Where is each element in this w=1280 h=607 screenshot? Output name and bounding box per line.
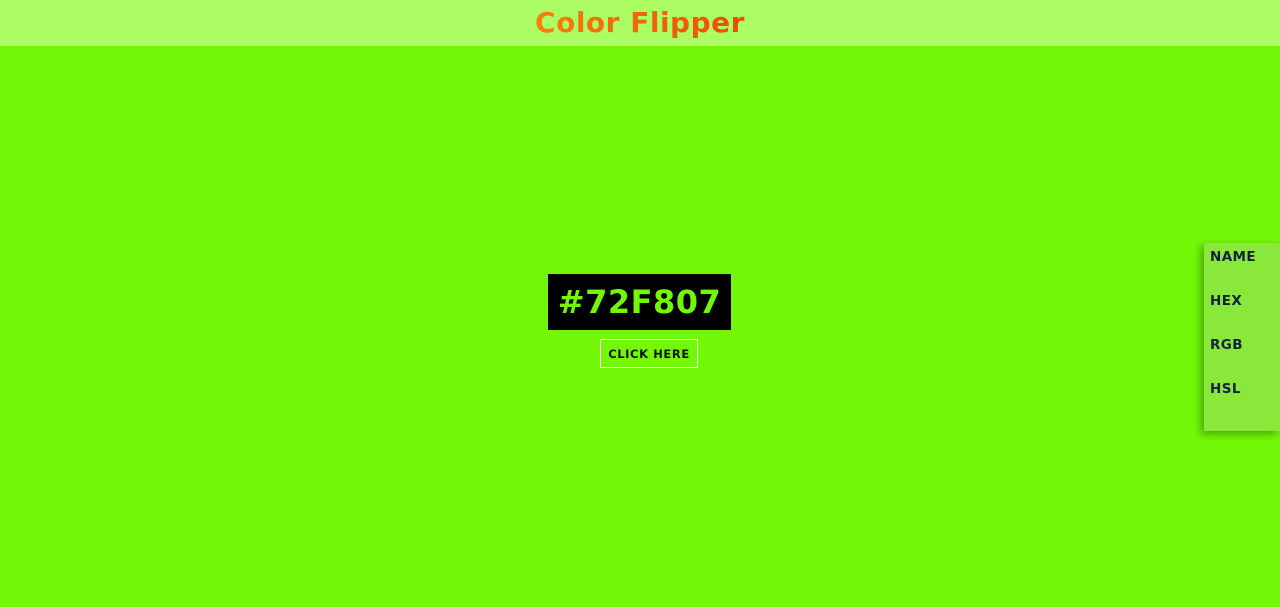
top-bar: Color Flipper — [0, 0, 1280, 46]
side-menu: NAME HEX RGB HSL — [1204, 243, 1280, 431]
color-display-area: #72F807 CLICK HERE — [0, 274, 1280, 368]
menu-item-rgb[interactable]: RGB — [1204, 336, 1280, 380]
hex-value-display: #72F807 — [547, 274, 732, 330]
menu-item-name[interactable]: NAME — [1204, 248, 1280, 292]
menu-item-hsl[interactable]: HSL — [1204, 380, 1280, 424]
click-here-button[interactable]: CLICK HERE — [600, 339, 698, 368]
menu-item-hex[interactable]: HEX — [1204, 292, 1280, 336]
page-title: Color Flipper — [535, 0, 745, 46]
